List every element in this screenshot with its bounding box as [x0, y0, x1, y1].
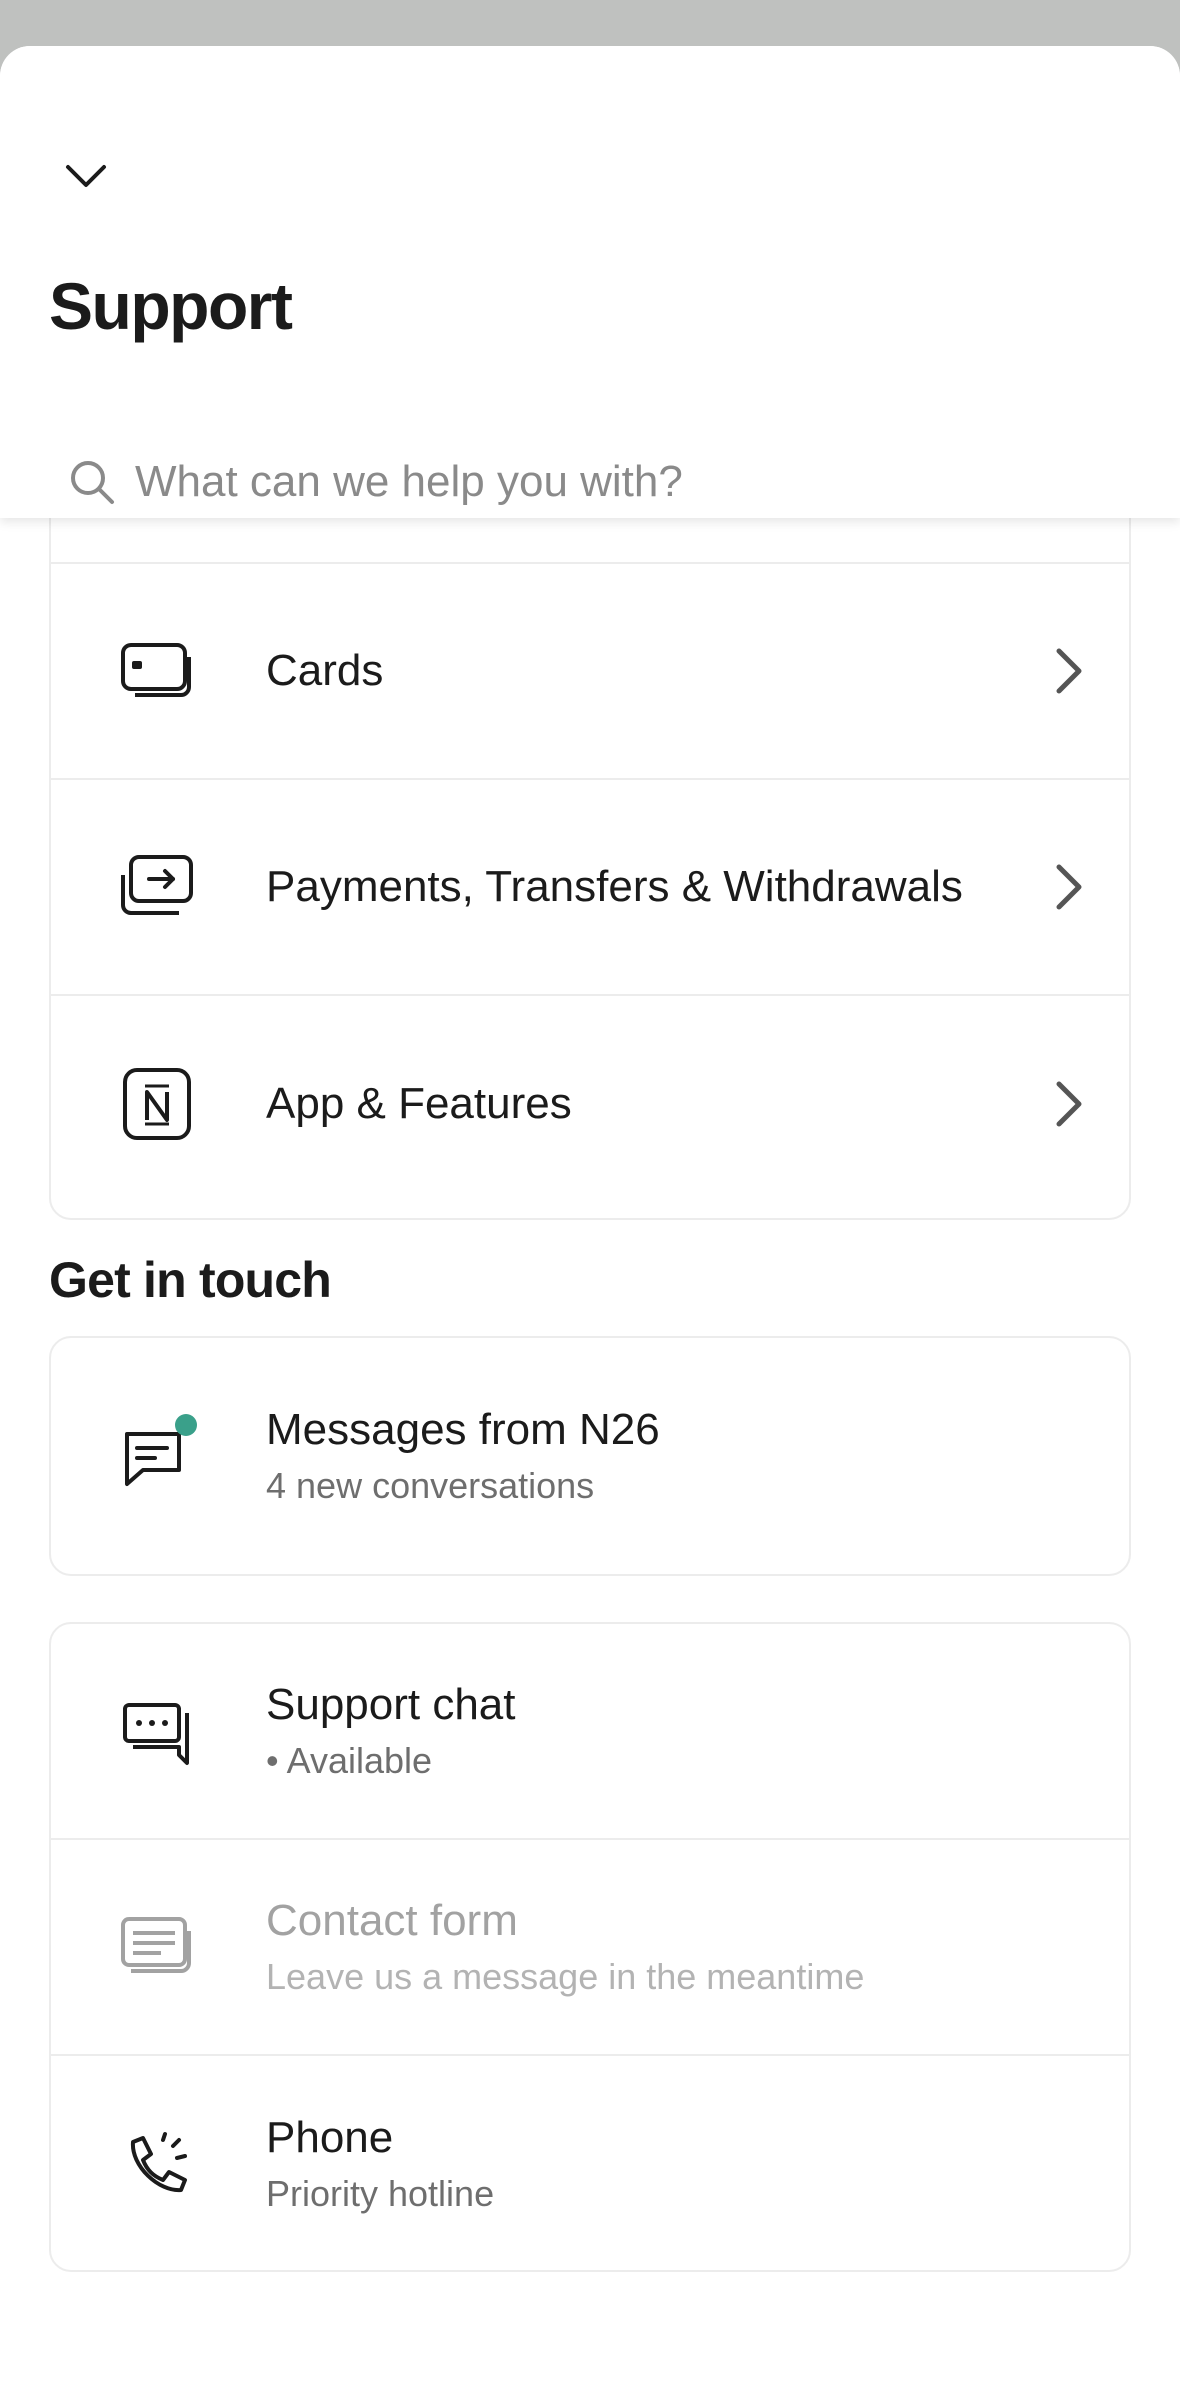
support-sheet: Support Cards: [0, 46, 1180, 2396]
search-bar[interactable]: [49, 432, 1129, 532]
category-label: App & Features: [266, 1079, 572, 1128]
message-icon-wrap: [119, 1414, 197, 1494]
category-app-text: App & Features: [266, 1079, 572, 1129]
chevron-right-icon: [1056, 864, 1082, 910]
sheet-header: Support: [0, 46, 1180, 518]
card-icon: [121, 643, 191, 697]
chat-icon: [123, 1703, 189, 1765]
search-input[interactable]: [135, 457, 1035, 507]
contact-form-text: Contact form Leave us a message in the m…: [266, 1896, 864, 1998]
collapse-button[interactable]: [56, 146, 116, 206]
messages-from-n26[interactable]: Messages from N26 4 new conversations: [51, 1338, 1129, 1574]
messages-subtitle: 4 new conversations: [266, 1465, 595, 1506]
phone-icon: [130, 2132, 187, 2193]
category-cards-text: Cards: [266, 646, 383, 696]
messages-text: Messages from N26 4 new conversations: [266, 1405, 660, 1507]
n26-app-icon: [123, 1068, 191, 1140]
category-payments-text: Payments, Transfers & Withdrawals: [266, 862, 963, 912]
chevron-down-icon: [66, 165, 106, 187]
support-chat-text: Support chat • Available: [266, 1680, 516, 1782]
messages-title: Messages from N26: [266, 1405, 660, 1454]
support-chat-title: Support chat: [266, 1680, 516, 1729]
form-icon: [121, 1917, 191, 1973]
phone-title: Phone: [266, 2113, 394, 2162]
support-chat[interactable]: Support chat • Available: [51, 1624, 1129, 1840]
phone[interactable]: Phone Priority hotline: [51, 2056, 1129, 2270]
chevron-right-icon: [1056, 648, 1082, 694]
chevron-right-icon: [1056, 1081, 1082, 1127]
transfer-icon: [121, 855, 193, 915]
phone-subtitle: Priority hotline: [266, 2173, 495, 2214]
category-cards[interactable]: Cards: [51, 564, 1129, 780]
search-icon: [71, 461, 114, 504]
category-label: Payments, Transfers & Withdrawals: [266, 862, 963, 911]
messages-card: Messages from N26 4 new conversations: [49, 1336, 1131, 1576]
section-title-get-in-touch: Get in touch: [49, 1252, 332, 1308]
support-chat-status: • Available: [266, 1740, 433, 1781]
contact-options-card: Support chat • Available Contact form Le…: [49, 1622, 1131, 2272]
contact-form[interactable]: Contact form Leave us a message in the m…: [51, 1840, 1129, 2056]
category-payments[interactable]: Payments, Transfers & Withdrawals: [51, 780, 1129, 996]
category-app-features[interactable]: App & Features: [51, 996, 1129, 1212]
contact-form-subtitle: Leave us a message in the meantime: [266, 1956, 865, 1997]
page-title: Support: [49, 269, 293, 343]
contact-form-title: Contact form: [266, 1896, 518, 1945]
category-label: Cards: [266, 646, 384, 695]
unread-indicator: [175, 1414, 197, 1436]
phone-text: Phone Priority hotline: [266, 2113, 494, 2215]
